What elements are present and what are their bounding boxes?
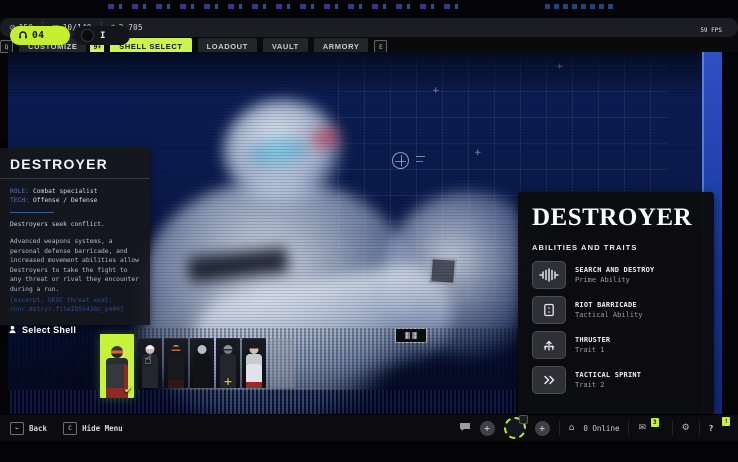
- equipped-check-icon: ✔: [124, 385, 132, 396]
- party-avatar[interactable]: [504, 417, 526, 439]
- divider: [628, 421, 629, 435]
- tech-row: TECH: Offense / Defense: [10, 196, 140, 205]
- headset-icon: [18, 27, 28, 45]
- ability-row-search-and-destroy[interactable]: SEARCH AND DESTROY Prime Ability: [532, 261, 700, 289]
- shell-slot-5[interactable]: +: [216, 338, 240, 388]
- divider: [559, 421, 560, 435]
- top-hud-bar: 04 I ⊘ 150 ▦ 10/140 $ 2,705 Q CUSTOMIZE …: [0, 18, 738, 52]
- riot-barricade-icon: [532, 296, 566, 324]
- settings-gear-icon[interactable]: ⚙: [682, 423, 690, 433]
- player-level-badge[interactable]: 04: [10, 26, 70, 45]
- mail-count-badge: 3: [651, 418, 659, 427]
- shell-icon: [8, 321, 17, 339]
- home-icon: ⌂: [569, 423, 575, 433]
- shell-info-panel: DESTROYER ROLE: Combat specialist TECH: …: [0, 148, 150, 325]
- shell-name-title: DESTROYER: [10, 156, 140, 172]
- abilities-section-header: ABILITIES AND TRAITS: [532, 243, 700, 252]
- ability-text: TACTICAL SPRINT Trait 2: [575, 371, 641, 389]
- divider: [699, 421, 700, 435]
- shell-tagline: Destroyers seek conflict.: [10, 220, 140, 229]
- hide-menu-key-icon: C: [63, 422, 77, 435]
- back-button[interactable]: ← Back: [10, 422, 47, 435]
- ability-row-thruster[interactable]: THRUSTER Trait 1: [532, 331, 700, 359]
- shell-portrait: [164, 338, 188, 388]
- tactical-sprint-icon: [532, 366, 566, 394]
- online-status: 0 Online: [583, 424, 619, 433]
- hide-menu-button[interactable]: C Hide Menu: [63, 422, 123, 435]
- rank-circle-icon: [81, 29, 94, 42]
- select-shell-header: Select Shell: [8, 321, 76, 339]
- shell-details-panel: DESTROYER ABILITIES AND TRAITS SEARCH AN…: [518, 192, 714, 415]
- upgrade-plus-marker: +: [223, 375, 232, 388]
- ability-text: RIOT BARRICADE Tactical Ability: [575, 301, 642, 319]
- help-icon[interactable]: ?: [709, 424, 714, 433]
- ability-row-riot-barricade[interactable]: RIOT BARRICADE Tactical Ability: [532, 296, 700, 324]
- back-key-icon: ←: [10, 422, 24, 435]
- role-row: ROLE: Combat specialist: [10, 187, 140, 196]
- details-shell-title: DESTROYER: [532, 204, 700, 232]
- help-alert-badge: !: [722, 417, 730, 426]
- shell-portrait: [190, 338, 214, 388]
- shell-info-body: ROLE: Combat specialist TECH: Offense / …: [0, 179, 150, 325]
- shell-description: Advanced weapons systems, a personal def…: [10, 237, 140, 294]
- search-and-destroy-icon: [532, 261, 566, 289]
- shell-slot-4[interactable]: [190, 338, 214, 388]
- rank-label: I: [100, 31, 105, 41]
- hand-cursor-icon: ☝: [144, 353, 152, 368]
- ability-text: SEARCH AND DESTROY Prime Ability: [575, 266, 654, 284]
- fps-counter: 59 FPS: [700, 27, 722, 34]
- shell-portrait: [242, 338, 266, 388]
- select-shell-label: Select Shell: [22, 325, 76, 335]
- divider: [672, 421, 673, 435]
- glitch-strip: [545, 4, 615, 9]
- glitch-strip: [108, 4, 458, 9]
- invite-right-button[interactable]: +: [535, 421, 550, 436]
- footer-right-cluster: + + ⌂ 0 Online ✉ 3 ⚙ ? !: [459, 415, 730, 441]
- shell-slot-6[interactable]: [242, 338, 266, 388]
- shell-info-header: DESTROYER: [0, 148, 150, 179]
- chat-icon[interactable]: [459, 419, 471, 437]
- player-level: 04: [32, 30, 44, 41]
- ability-row-tactical-sprint[interactable]: TACTICAL SPRINT Trait 2: [532, 366, 700, 394]
- avatar-badge-icon: [519, 415, 528, 424]
- footer-left-actions: ← Back C Hide Menu: [10, 415, 123, 441]
- invite-left-button[interactable]: +: [480, 421, 495, 436]
- ability-text: THRUSTER Trait 1: [575, 336, 610, 354]
- shell-slot-empty[interactable]: [270, 338, 294, 388]
- footer-bar: ← Back C Hide Menu + + ⌂ 0 Online ✉ 3 ⚙ …: [0, 414, 738, 441]
- mail-icon[interactable]: ✉: [638, 423, 646, 433]
- rank-badge[interactable]: I: [74, 26, 130, 45]
- shell-slot-3[interactable]: [164, 338, 188, 388]
- top-fade: [8, 52, 722, 98]
- thruster-icon: [532, 331, 566, 359]
- divider: [10, 212, 54, 213]
- lore-excerpt: [excerpt, UESC threat eval: rnnr.dstryr.…: [10, 296, 140, 315]
